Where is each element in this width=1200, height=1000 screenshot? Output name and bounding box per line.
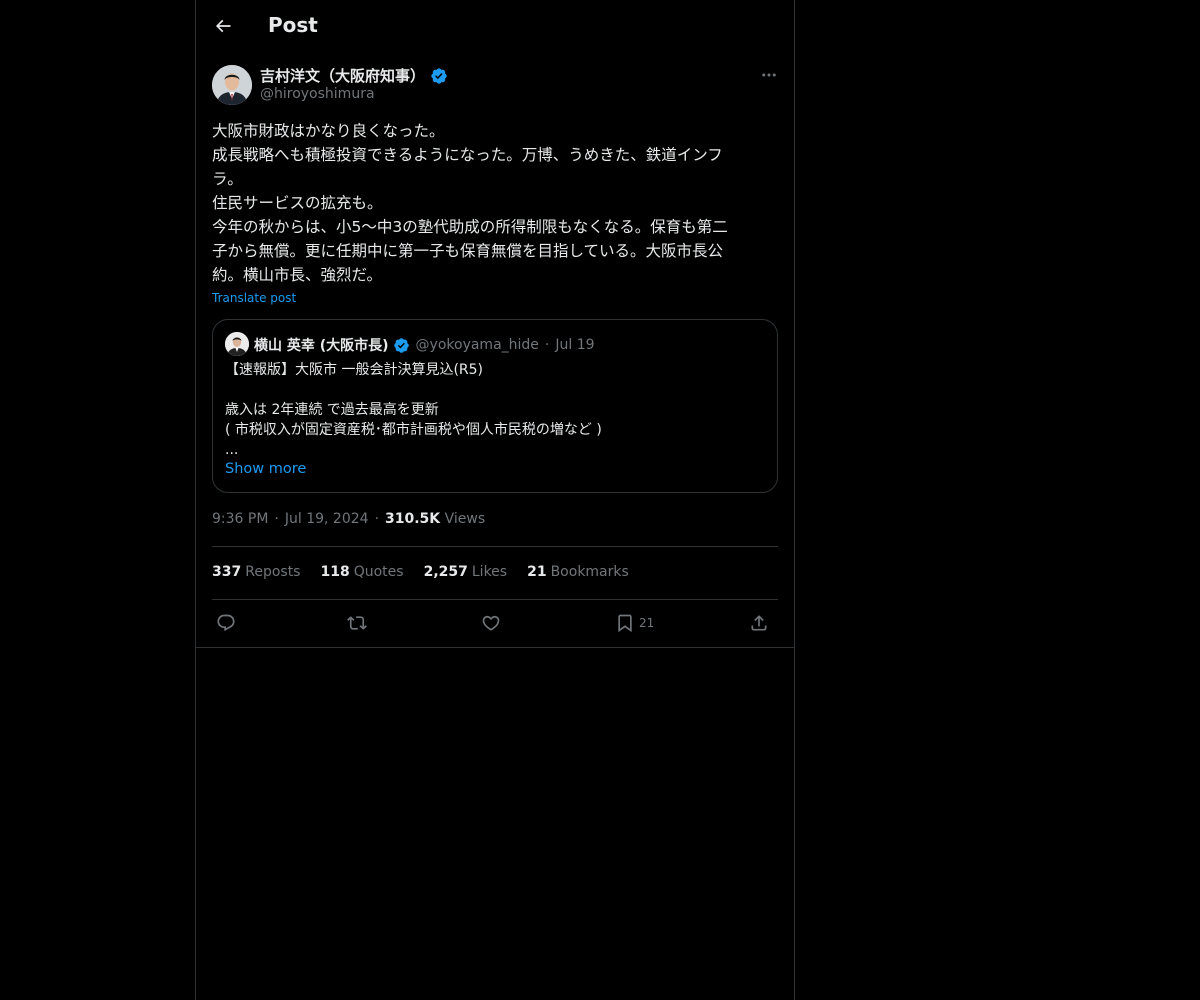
page-title: Post [268,13,318,37]
verified-badge-icon [393,337,409,353]
reposts-count: 337 [212,564,242,580]
bookmark-icon [618,614,632,633]
bookmark-count: 21 [639,616,655,630]
likes-count: 2,257 [423,564,468,580]
views-count: 310.5K [385,511,441,527]
share-button[interactable] [749,610,769,636]
quoted-post-date: Jul 19 [555,337,595,353]
reply-button[interactable] [216,610,236,636]
reposts-label: Reposts [245,564,301,580]
post-detail-column: Post 吉村洋文（大阪府知事） @hiroyoshimura 大阪市財政はかな… [195,0,795,1000]
post-metadata: 9:36 PM · Jul 19, 2024 · 310.5K Views [212,511,485,527]
repost-icon [347,616,367,630]
quotes-stat[interactable]: 118 Quotes [320,564,403,580]
likes-stat[interactable]: 2,257 Likes [424,564,508,580]
post-text-line: 大阪市財政はかなり良くなった。 [212,122,445,140]
post-date[interactable]: Jul 19, 2024 [285,511,369,527]
arrow-left-icon [215,19,231,33]
quoted-text-line: ( 市税収入が固定資産税･都市計画税や個人市民税の増など ) [225,422,602,438]
divider [212,599,778,600]
quoted-avatar-portrait [225,332,249,356]
share-icon [751,615,767,631]
post-body: 大阪市財政はかなり良くなった。 成長戦略へも積極投資できるようになった。万博、う… [212,119,778,287]
quoted-post-body: 【速報版】大阪市 一般会計決算見込(R5) 歳入は 2年連続 で過去最高を更新 … [225,360,602,460]
post-time[interactable]: 9:36 PM [212,511,268,527]
post-text-line: 今年の秋からは、小5〜中3の塾代助成の所得制限もなくなる。保育も第二 [212,218,728,236]
post-bottom-border [196,647,794,648]
quoted-author-name: 横山 英幸 (大阪市長) [254,338,389,354]
quotes-count: 118 [320,564,350,580]
separator-dot: · [274,511,279,527]
action-bar: 21 [212,610,778,636]
quoted-text-line [225,380,602,400]
views-label: Views [444,511,486,527]
author-name[interactable]: 吉村洋文（大阪府知事） [260,65,448,86]
separator-dot: · [544,337,550,353]
back-button[interactable] [206,8,240,44]
author-handle[interactable]: @hiroyoshimura [260,86,375,102]
reposts-stat[interactable]: 337 Reposts [212,564,300,580]
likes-label: Likes [471,564,508,580]
translate-post-link[interactable]: Translate post [212,291,296,305]
separator-dot: · [374,511,380,527]
author-avatar-portrait [212,65,252,105]
reply-icon [217,614,235,632]
author-avatar[interactable] [212,65,252,105]
verified-badge-icon[interactable] [430,67,448,85]
post-text-line: ラ。 [212,170,243,188]
show-more-link[interactable]: Show more [225,461,306,477]
quotes-label: Quotes [353,564,404,580]
heart-icon [482,615,500,631]
quoted-text-line: ... [225,442,239,458]
post-text-line: 成長戦略へも積極投資できるようになった。万博、うめきた、鉄道インフ [212,146,723,164]
author-name-text[interactable]: 吉村洋文（大阪府知事） [260,65,425,86]
more-options-button[interactable] [756,64,782,86]
divider [212,546,778,547]
post-header: Post [196,0,794,53]
repost-button[interactable] [347,610,367,636]
more-icon [762,73,776,77]
quoted-text-line: 【速報版】大阪市 一般会計決算見込(R5) [225,362,484,378]
quoted-author-avatar [225,332,249,356]
quoted-post-header: 横山 英幸 (大阪市長) @yokoyama_hide · Jul 19 [254,335,595,355]
bookmark-button[interactable]: 21 [615,610,654,636]
like-button[interactable] [481,610,501,636]
quoted-text-line: 歳入は 2年連続 で過去最高を更新 [225,402,439,418]
post-text-line: 住民サービスの拡充も。 [212,194,383,212]
bookmarks-label: Bookmarks [550,564,629,580]
quoted-author-handle: @yokoyama_hide [415,337,539,353]
post-text-line: 約。横山市長、強烈だ。 [212,266,383,284]
bookmarks-stat[interactable]: 21 Bookmarks [527,564,629,580]
engagement-stats: 337 Reposts 118 Quotes 2,257 Likes 21 Bookma… [212,564,649,580]
quoted-post[interactable]: 横山 英幸 (大阪市長) @yokoyama_hide · Jul 19 【速報… [212,319,778,493]
post-text-line: 子から無償。更に任期中に第一子も保育無償を目指している。大阪市長公 [212,242,724,260]
bookmarks-count: 21 [527,564,547,580]
